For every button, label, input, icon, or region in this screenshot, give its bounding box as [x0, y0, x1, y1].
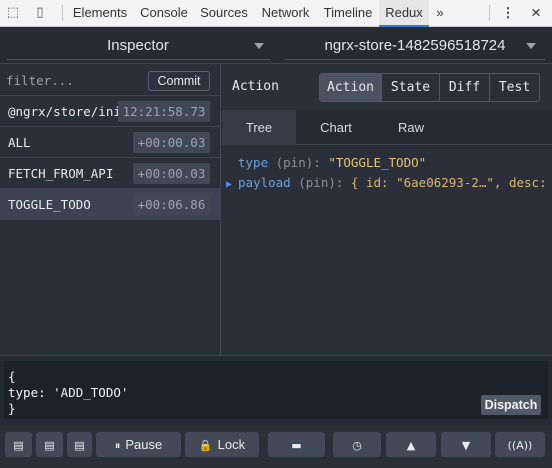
footer-toolbar: ▤ ▤ ▤ ⏸ Pause 🔒 Lock ▬ ◷ ▲ ▼ ((A)) — [0, 425, 552, 468]
slider-button[interactable]: ◷ — [333, 432, 381, 457]
dispatch-button[interactable]: Dispatch — [481, 395, 541, 415]
tab-console[interactable]: Console — [134, 0, 194, 26]
close-icon[interactable]: × — [526, 0, 546, 26]
inspector-mode-tabs: Action State Diff Test — [319, 73, 540, 102]
action-list-panel: Commit @ngrx/store/init 12:21:58.73 ALL … — [0, 64, 221, 355]
inspected-action-title: Action — [232, 79, 279, 94]
action-timestamp: 12:21:58.73 — [118, 101, 210, 122]
action-list-item-selected[interactable]: TOGGLE_TODO +00:06.86 — [0, 189, 221, 220]
tab-timeline[interactable]: Timeline — [317, 0, 379, 26]
lock-icon: 🔒 — [198, 439, 213, 452]
log-monitor-button[interactable]: ▤ — [5, 432, 32, 457]
inspector-monitor-button[interactable]: ▤ — [67, 432, 92, 457]
monitor-select-label: Inspector — [107, 37, 169, 54]
inspect-element-icon[interactable]: ⬚ — [4, 4, 22, 22]
broadcast-icon: ((A)) — [507, 439, 533, 452]
chevron-down-icon — [526, 43, 536, 49]
toolbar-divider — [62, 5, 63, 21]
persist-button[interactable]: ▬ — [268, 432, 325, 457]
toolbar-divider — [489, 5, 490, 21]
pause-icon: ⏸ — [114, 439, 121, 452]
tab-tree[interactable]: Tree — [222, 110, 296, 145]
tree-pin-label: (pin): — [290, 175, 344, 190]
action-name: FETCH_FROM_API — [8, 166, 114, 181]
lock-label: Lock — [217, 437, 246, 452]
action-list-item[interactable]: FETCH_FROM_API +00:00.03 — [0, 158, 221, 189]
dispatcher-panel: { type: 'ADD_TODO' } Dispatch — [0, 355, 552, 425]
devtools-toolbar: ⬚ ▯ Elements Console Sources Network Tim… — [0, 0, 552, 27]
pause-label: Pause — [125, 437, 163, 452]
tab-redux[interactable]: Redux — [379, 0, 429, 27]
select-underline — [6, 59, 270, 60]
view-tabs: Tree Chart Raw — [222, 110, 552, 145]
tree-value: { id: "6ae06293-2…", desc: "H — [343, 175, 552, 190]
tab-sources[interactable]: Sources — [194, 0, 254, 26]
action-name: @ngrx/store/init — [8, 104, 129, 119]
instance-select-label: ngrx-store-1482596518724 — [324, 37, 506, 54]
window-left-icon: ▤ — [13, 439, 24, 452]
chevron-down-icon — [254, 43, 264, 49]
tab-raw[interactable]: Raw — [376, 110, 446, 145]
kebab-menu-icon[interactable]: ⋮ — [498, 0, 518, 26]
tab-network[interactable]: Network — [254, 0, 317, 26]
window-bottom-icon: ▤ — [74, 439, 85, 452]
commit-button[interactable]: Commit — [148, 71, 210, 91]
pause-button[interactable]: ⏸ Pause — [96, 432, 181, 457]
filter-bar: Commit — [0, 64, 221, 96]
device-mode-icon[interactable]: ▯ — [31, 4, 49, 22]
inspector-panel: Action Action State Diff Test Tree Chart… — [222, 64, 552, 355]
upload-icon: ▲ — [406, 439, 416, 452]
action-timestamp: +00:00.03 — [133, 163, 210, 184]
message-icon: ▬ — [291, 439, 302, 452]
more-tabs-icon[interactable]: » — [429, 0, 451, 26]
action-name: ALL — [8, 135, 31, 150]
action-timestamp: +00:06.86 — [133, 194, 210, 215]
tree-node-payload[interactable]: ▶ payload (pin): { id: "6ae06293-2…", des… — [226, 173, 552, 193]
tree-pin-label: (pin): — [268, 155, 321, 170]
tab-diff[interactable]: Diff — [440, 74, 490, 101]
tree-node-type: type (pin): "TOGGLE_TODO" — [238, 153, 426, 173]
tree-value: "TOGGLE_TODO" — [320, 155, 427, 170]
stopwatch-icon: ◷ — [352, 439, 362, 452]
tab-test[interactable]: Test — [490, 74, 539, 101]
select-underline — [284, 59, 546, 60]
monitor-header: Inspector ngrx-store-1482596518724 — [0, 27, 552, 64]
action-tree-view: type (pin): "TOGGLE_TODO" ▶ payload (pin)… — [222, 145, 552, 355]
expand-arrow-icon[interactable]: ▶ — [226, 179, 232, 190]
export-button[interactable]: ▲ — [386, 432, 436, 457]
download-icon: ▼ — [461, 439, 471, 452]
action-list-item[interactable]: @ngrx/store/init 12:21:58.73 — [0, 96, 221, 127]
import-button[interactable]: ▼ — [441, 432, 491, 457]
tree-key: payload — [238, 175, 291, 190]
action-timestamp: +00:00.03 — [133, 132, 210, 153]
action-list-item[interactable]: ALL +00:00.03 — [0, 127, 221, 158]
remote-button[interactable]: ((A)) — [495, 432, 545, 457]
dispatch-code-editor[interactable]: { type: 'ADD_TODO' } — [4, 361, 548, 419]
chart-monitor-button[interactable]: ▤ — [36, 432, 63, 457]
action-name: TOGGLE_TODO — [8, 197, 91, 212]
window-right-icon: ▤ — [44, 439, 55, 452]
tab-elements[interactable]: Elements — [66, 0, 134, 26]
tree-key: type — [238, 155, 269, 170]
tab-chart[interactable]: Chart — [296, 110, 376, 145]
filter-input[interactable] — [6, 70, 144, 90]
tab-state[interactable]: State — [382, 74, 440, 101]
lock-button[interactable]: 🔒 Lock — [185, 432, 259, 457]
tab-action[interactable]: Action — [320, 74, 382, 101]
